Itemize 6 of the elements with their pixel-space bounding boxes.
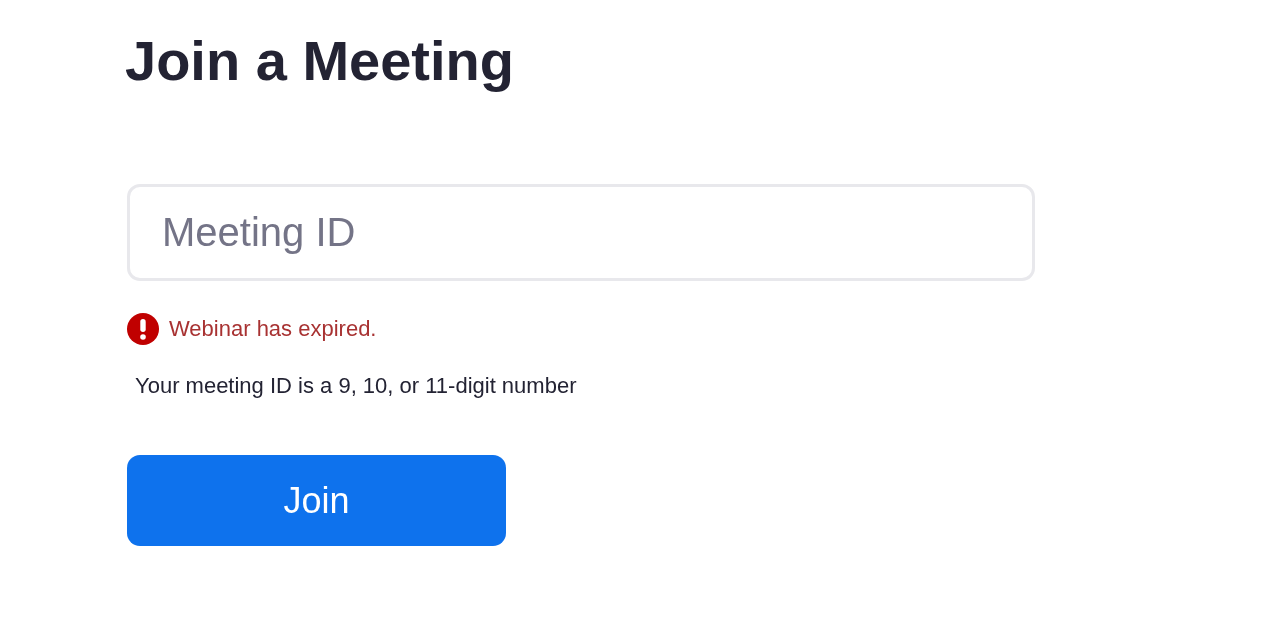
join-button[interactable]: Join [127,455,506,546]
meeting-id-field[interactable]: Meeting ID [127,184,1035,281]
error-message: Webinar has expired. [169,315,377,343]
page-title: Join a Meeting [125,28,514,94]
exclamation-icon [127,313,159,345]
hint-text: Your meeting ID is a 9, 10, or 11-digit number [135,372,577,400]
